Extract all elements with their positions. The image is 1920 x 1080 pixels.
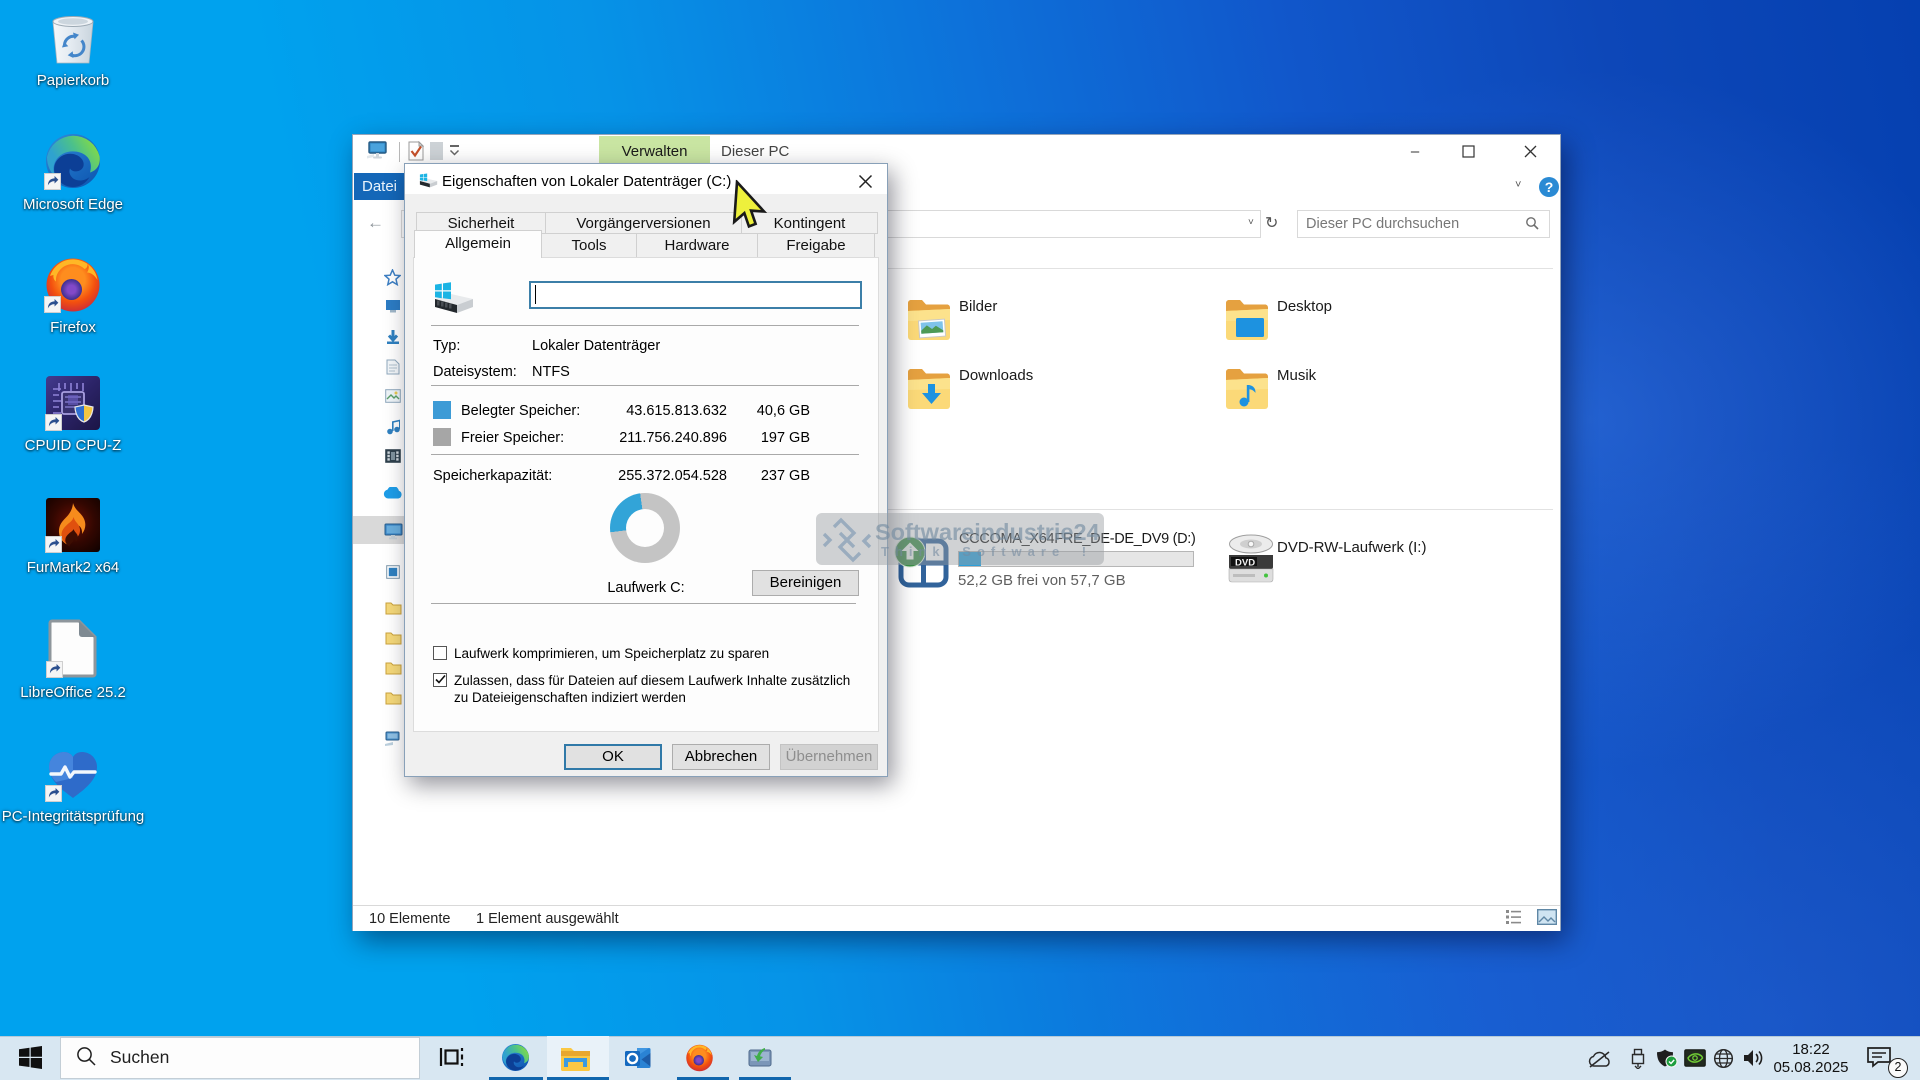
svg-text:DVD: DVD (1235, 558, 1255, 569)
